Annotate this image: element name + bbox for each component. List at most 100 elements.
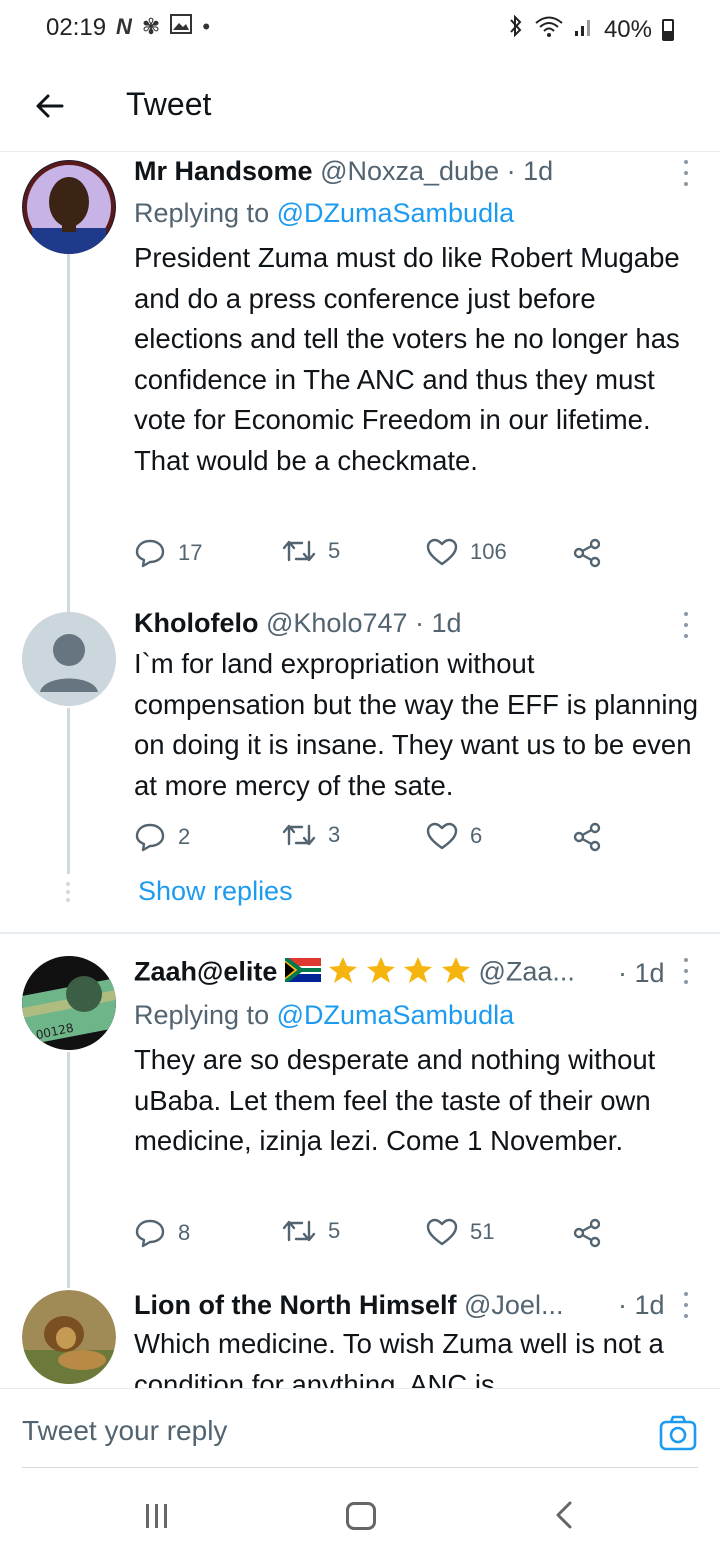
like-count: 6 [470,823,483,848]
retweet-count: 3 [328,822,341,847]
home-icon[interactable] [346,1502,376,1530]
share-icon [573,822,601,852]
reply-button[interactable]: 2 [134,822,190,852]
notification-icons: N ✾ • [116,14,210,40]
bluetooth-icon [508,14,524,45]
battery-icon [662,18,674,41]
display-name[interactable]: Kholofelo [134,608,258,638]
star-icon [366,956,396,991]
like-button[interactable]: 106 [426,538,507,566]
battery-percent: 40% [603,15,652,43]
signal-icon [574,15,594,44]
tweet-header: Mr Handsome @Noxza_dube · 1d [134,156,680,187]
tweet-actions: 8 5 51 [134,1218,614,1252]
tweet[interactable]: Lion of the North Himself @Joel... · 1d … [0,1284,720,1388]
star-icon [403,956,433,991]
avatar[interactable] [22,612,116,706]
tweet[interactable]: Mr Handsome @Noxza_dube · 1d Replying to… [0,152,720,592]
tweet-header: Zaah@elite @Zaa... [134,956,630,991]
retweet-icon [282,824,316,846]
tweet-header: Kholofelo @Kholo747 · 1d [134,608,680,639]
display-name[interactable]: Zaah@elite [134,957,277,987]
avatar[interactable] [22,160,116,254]
back-arrow-icon[interactable] [30,86,70,126]
like-button[interactable]: 51 [426,1218,494,1246]
display-name[interactable]: Lion of the North Himself [134,1290,456,1320]
more-options-icon[interactable] [682,160,690,186]
heart-icon [426,822,458,850]
replying-to: Replying to @DZumaSambudla [134,1000,514,1031]
retweet-button[interactable]: 5 [282,538,340,564]
reply-count: 2 [178,824,191,849]
tweet-actions: 17 5 106 [134,538,614,572]
reply-input[interactable]: Tweet your reply [22,1415,227,1447]
tweet-time: · 1d [618,958,665,988]
dot-icon: • [202,14,211,39]
status-time: 02:19 [46,14,107,41]
page-title: Tweet [126,86,212,122]
retweet-icon [282,1220,316,1242]
tweet-text: President Zuma must do like Robert Mugab… [134,242,680,476]
share-button[interactable] [572,538,602,568]
handle: @Zaa... [478,956,575,987]
retweet-button[interactable]: 3 [282,822,340,848]
avatar[interactable] [22,1290,116,1384]
replying-label: Replying to [134,1000,277,1030]
star-icon [441,956,471,991]
replying-label: Replying to [134,198,277,228]
handle-and-time: @Kholo747 · 1d [266,608,462,638]
system-nav-bar [0,1470,720,1560]
reply-button[interactable]: 17 [134,538,202,568]
wifi-icon [534,14,564,45]
tweet[interactable]: 100128 Zaah@elite @Zaa... · 1d Replying … [0,950,720,1280]
share-icon [573,1218,601,1248]
reply-icon [135,1219,165,1248]
reply-count: 8 [178,1220,191,1245]
tweet-text: They are so desperate and nothing withou… [134,1044,656,1156]
heart-icon [426,1218,458,1246]
netflix-icon: N [116,14,132,39]
gallery-icon [170,14,193,40]
reply-button[interactable]: 8 [134,1218,190,1248]
reply-icon [135,823,165,852]
more-options-icon[interactable] [682,1292,690,1318]
recents-icon[interactable] [146,1504,167,1528]
tweet-text: Which medicine. To wish Zuma well is not… [134,1328,664,1388]
avatar[interactable]: 100128 [22,956,116,1050]
share-button[interactable] [572,1218,602,1248]
like-count: 106 [470,539,507,564]
more-options-icon[interactable] [682,612,690,638]
mention-link[interactable]: @DZumaSambudla [277,198,515,228]
south-africa-flag-icon [283,956,321,989]
handle-and-time: @Noxza_dube · 1d [320,156,554,186]
tweet[interactable]: Kholofelo @Kholo747 · 1d I`m for land ex… [0,604,720,874]
status-bar: 02:19 N ✾ • 40% [0,0,720,60]
tweet-time: · 1d [618,1290,665,1320]
retweet-button[interactable]: 5 [282,1218,340,1244]
mention-link[interactable]: @DZumaSambudla [277,1000,515,1030]
more-options-icon[interactable] [682,958,690,984]
divider [0,932,720,934]
system-back-icon[interactable] [552,1500,576,1530]
heart-icon [426,538,458,566]
camera-icon[interactable] [658,1413,698,1453]
thread-gap-dots [66,882,70,902]
reply-composer: Tweet your reply [0,1388,720,1468]
tweet-header: Lion of the North Himself @Joel... [134,1290,610,1321]
show-replies-link[interactable]: Show replies [138,876,293,907]
tweet-text: I`m for land expropriation without compe… [134,648,699,801]
star-icon [328,956,358,991]
retweet-icon [282,540,316,562]
retweet-count: 5 [328,1218,341,1243]
top-app-bar: Tweet [0,60,720,152]
like-button[interactable]: 6 [426,822,482,850]
reply-count: 17 [178,540,203,565]
like-count: 51 [470,1219,495,1244]
replying-to: Replying to @DZumaSambudla [134,198,514,229]
share-icon [573,538,601,568]
retweet-count: 5 [328,538,341,563]
display-name[interactable]: Mr Handsome [134,156,313,186]
share-button[interactable] [572,822,602,852]
reply-icon [135,539,165,568]
divider [22,1467,698,1468]
